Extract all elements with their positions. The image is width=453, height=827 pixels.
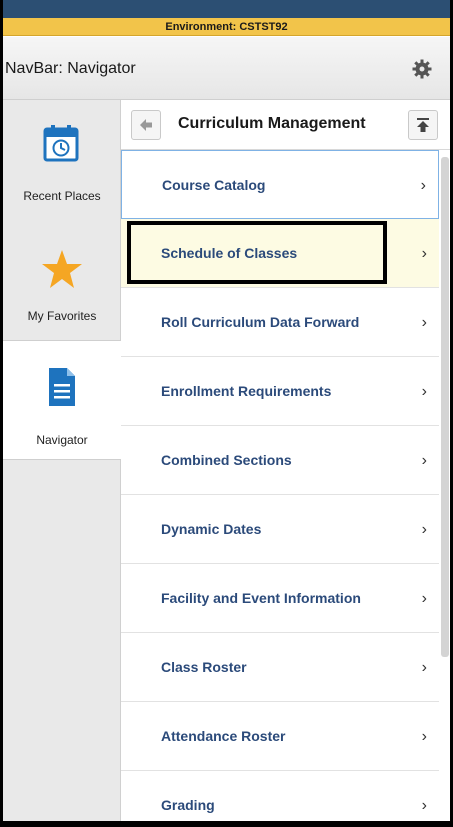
rail-label-recent-places: Recent Places — [23, 189, 101, 203]
list-item-label: Grading — [161, 797, 215, 813]
chevron-right-icon: › — [421, 314, 427, 331]
scroll-to-top-button[interactable] — [408, 110, 438, 140]
list-item-label: Schedule of Classes — [161, 245, 298, 261]
navigator-panel: Curriculum Management Course Catalog › S… — [121, 100, 450, 821]
scroll-to-top-icon — [417, 118, 429, 132]
chevron-right-icon: › — [421, 245, 427, 262]
list-item-schedule-of-classes[interactable]: Schedule of Classes › — [121, 219, 439, 288]
left-rail: Recent Places My Favorites Navigator — [3, 100, 122, 821]
star-icon — [42, 250, 82, 288]
rail-item-my-favorites[interactable]: My Favorites — [3, 218, 121, 330]
list-item-dynamic-dates[interactable]: Dynamic Dates › — [121, 495, 439, 564]
list-item-combined-sections[interactable]: Combined Sections › — [121, 426, 439, 495]
calendar-clock-icon — [43, 125, 79, 162]
rail-label-navigator: Navigator — [36, 433, 88, 447]
chevron-right-icon: › — [421, 797, 427, 814]
panel-header: Curriculum Management — [121, 100, 450, 150]
chevron-right-icon: › — [421, 728, 427, 745]
back-button[interactable] — [131, 110, 161, 140]
list-item-label: Combined Sections — [161, 452, 292, 468]
environment-banner: Environment: CSTST92 — [3, 18, 450, 36]
chevron-right-icon: › — [421, 452, 427, 469]
list-item-label: Enrollment Requirements — [161, 383, 332, 399]
panel-title: Curriculum Management — [178, 115, 366, 132]
top-strip — [3, 0, 450, 18]
list-item-label: Class Roster — [161, 659, 247, 675]
list-item-roll-curriculum-data-forward[interactable]: Roll Curriculum Data Forward › — [121, 288, 439, 357]
chevron-right-icon: › — [421, 521, 427, 538]
chevron-right-icon: › — [421, 590, 427, 607]
list-item-grading[interactable]: Grading › — [121, 771, 439, 821]
window-frame: Environment: CSTST92 NavBar: Navigator R… — [0, 0, 453, 827]
rail-label-my-favorites: My Favorites — [27, 309, 97, 323]
scrollbar[interactable] — [441, 157, 449, 657]
list-item-class-roster[interactable]: Class Roster › — [121, 633, 439, 702]
chevron-right-icon: › — [420, 177, 426, 194]
navbar-header: NavBar: Navigator — [3, 37, 450, 100]
list-item-label: Attendance Roster — [161, 728, 286, 744]
list-item-attendance-roster[interactable]: Attendance Roster › — [121, 702, 439, 771]
gear-icon[interactable] — [412, 59, 432, 79]
navbar-title: NavBar: Navigator — [5, 60, 136, 77]
document-icon — [49, 368, 75, 406]
list-item-enrollment-requirements[interactable]: Enrollment Requirements › — [121, 357, 439, 426]
list-item-label: Course Catalog — [162, 177, 266, 193]
list-item-label: Dynamic Dates — [161, 521, 262, 537]
chevron-right-icon: › — [421, 659, 427, 676]
rail-item-recent-places[interactable]: Recent Places — [3, 100, 121, 212]
list-item-label: Facility and Event Information — [161, 590, 361, 606]
navigator-window: Environment: CSTST92 NavBar: Navigator R… — [3, 0, 450, 821]
rail-item-navigator[interactable]: Navigator — [3, 340, 122, 460]
chevron-right-icon: › — [421, 383, 427, 400]
list-item-course-catalog[interactable]: Course Catalog › — [121, 150, 439, 219]
back-arrow-icon — [140, 119, 152, 131]
list-item-facility-and-event-information[interactable]: Facility and Event Information › — [121, 564, 439, 633]
list-item-label: Roll Curriculum Data Forward — [161, 314, 360, 330]
